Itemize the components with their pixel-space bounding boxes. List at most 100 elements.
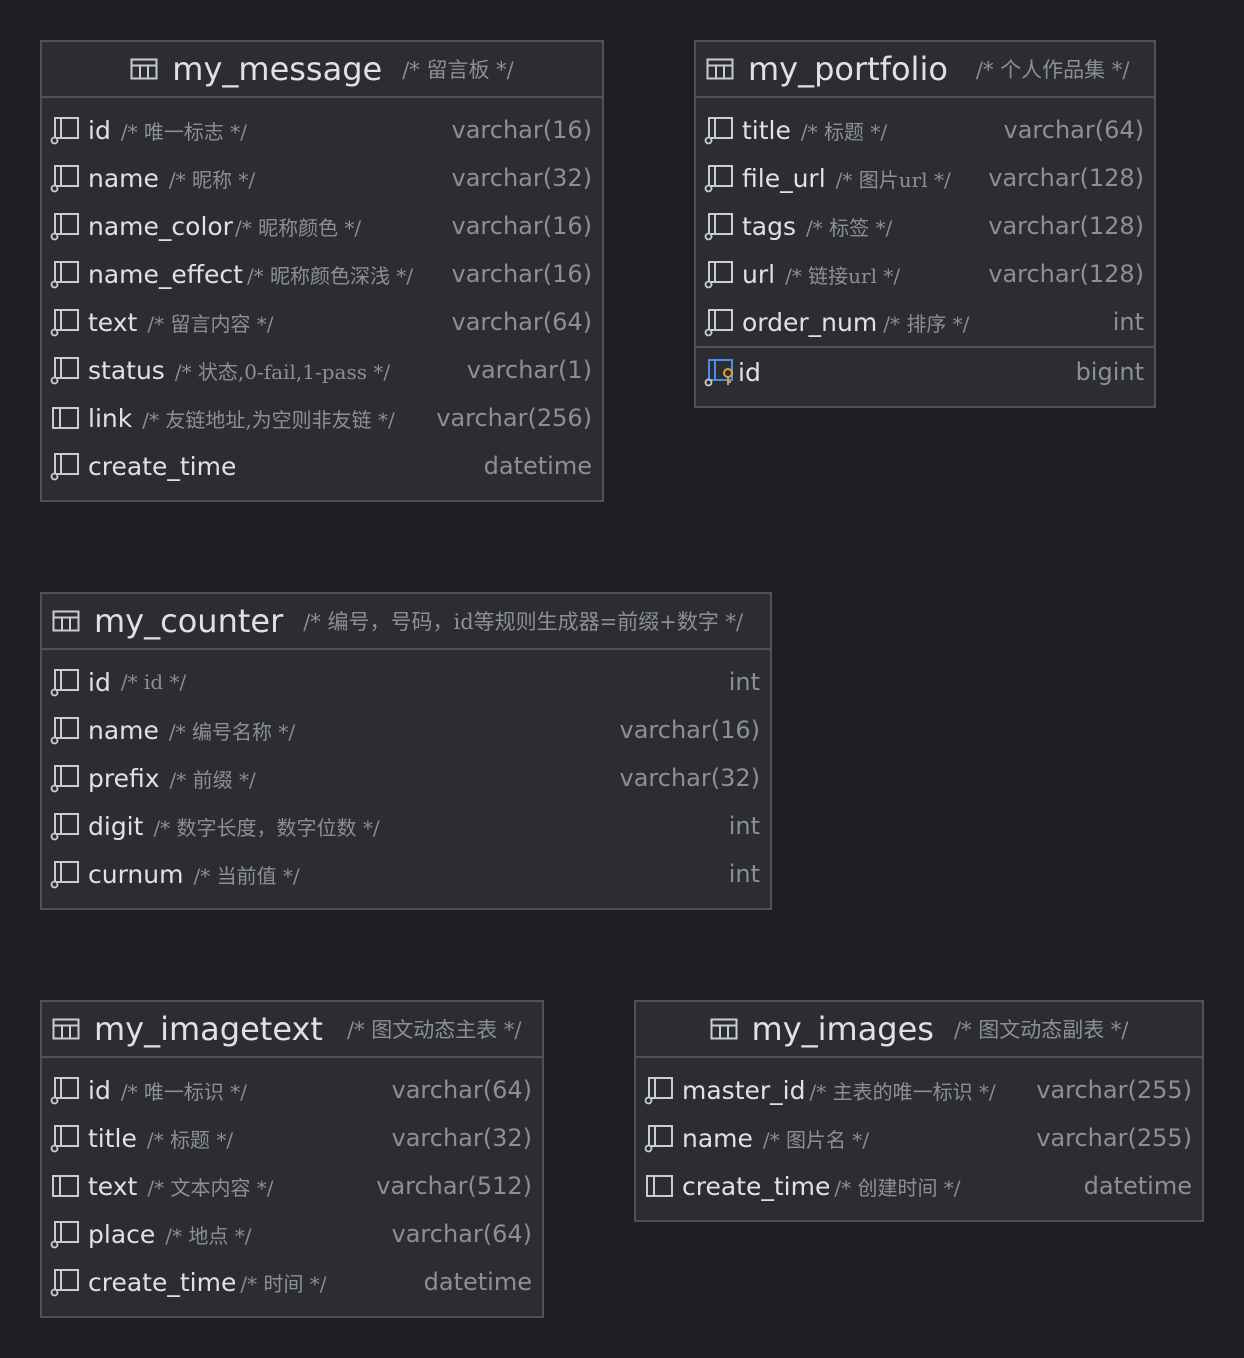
column-not-null-icon	[50, 811, 80, 841]
column-not-null-icon	[50, 1219, 80, 1249]
column-row[interactable]: url /* 链接url */ varchar(128)	[696, 250, 1154, 298]
table-name: my_message	[172, 50, 383, 88]
column-row[interactable]: text /* 文本内容 */ varchar(512)	[42, 1162, 542, 1210]
column-type: bigint	[1075, 358, 1144, 386]
column-name: id	[738, 357, 761, 387]
column-comment: /* 图片url */	[835, 167, 951, 192]
column-not-null-icon	[50, 163, 80, 193]
table-header[interactable]: my_message /* 留言板 */	[42, 42, 602, 98]
table-header[interactable]: my_portfolio /* 个人作品集 */	[696, 42, 1154, 98]
column-type: varchar(255)	[1036, 1076, 1192, 1104]
column-type: varchar(255)	[1036, 1124, 1192, 1152]
column-not-null-icon	[644, 1123, 674, 1153]
column-row[interactable]: place /* 地点 */ varchar(64)	[42, 1210, 542, 1258]
column-name: id	[88, 667, 111, 697]
column-not-null-icon	[50, 667, 80, 697]
primary-key-row[interactable]: id bigint	[696, 348, 1154, 396]
column-type: varchar(32)	[619, 764, 761, 792]
column-name: place	[88, 1219, 156, 1249]
column-name: name_color	[88, 211, 233, 241]
column-name: id	[88, 115, 111, 145]
column-type: varchar(32)	[451, 164, 593, 192]
table-header[interactable]: my_counter /* 编号，号码，id等规则生成器=前缀+数字 */	[42, 594, 770, 650]
column-row[interactable]: id /* id */ int	[42, 658, 770, 706]
column-name: status	[88, 355, 165, 385]
table-my-portfolio[interactable]: my_portfolio /* 个人作品集 */ title /* 标题 */ …	[694, 40, 1156, 408]
column-row[interactable]: name_color /* 昵称颜色 */ varchar(16)	[42, 202, 602, 250]
column-comment: /* 状态,0-fail,1-pass */	[174, 359, 391, 384]
table-my-images[interactable]: my_images /* 图文动态副表 */ master_id /* 主表的唯…	[634, 1000, 1204, 1222]
column-type: varchar(16)	[451, 212, 593, 240]
column-row[interactable]: id /* 唯一标志 */ varchar(16)	[42, 106, 602, 154]
column-not-null-icon	[50, 1075, 80, 1105]
column-comment: /* 标题 */	[800, 119, 888, 144]
column-row[interactable]: id /* 唯一标识 */ varchar(64)	[42, 1066, 542, 1114]
column-not-null-icon	[704, 163, 734, 193]
column-row[interactable]: master_id /* 主表的唯一标识 */ varchar(255)	[636, 1066, 1202, 1114]
column-row[interactable]: title /* 标题 */ varchar(64)	[696, 106, 1154, 154]
primary-key-column-icon	[704, 357, 734, 387]
table-my-imagetext[interactable]: my_imagetext /* 图文动态主表 */ id /* 唯一标识 */ …	[40, 1000, 544, 1318]
column-comment: /* 图片名 */	[762, 1127, 870, 1152]
column-row[interactable]: status /* 状态,0-fail,1-pass */ varchar(1)	[42, 346, 602, 394]
column-type: varchar(64)	[1003, 116, 1145, 144]
column-row[interactable]: text /* 留言内容 */ varchar(64)	[42, 298, 602, 346]
column-name: create_time	[88, 451, 237, 481]
column-type: datetime	[423, 1268, 532, 1296]
column-type: varchar(1)	[466, 356, 592, 384]
table-header[interactable]: my_imagetext /* 图文动态主表 */	[42, 1002, 542, 1058]
column-comment: /* 链接url */	[785, 263, 901, 288]
table-icon	[52, 610, 80, 632]
column-name: master_id	[682, 1075, 806, 1105]
column-row[interactable]: curnum /* 当前值 */ int	[42, 850, 770, 898]
column-type: varchar(64)	[391, 1076, 533, 1104]
column-not-null-icon	[644, 1075, 674, 1105]
table-name: my_counter	[94, 602, 284, 640]
column-row[interactable]: name_effect /* 昵称颜色深浅 */ varchar(16)	[42, 250, 602, 298]
column-row[interactable]: name /* 图片名 */ varchar(255)	[636, 1114, 1202, 1162]
table-icon	[710, 1018, 738, 1040]
column-row[interactable]: name /* 昵称 */ varchar(32)	[42, 154, 602, 202]
column-type: varchar(16)	[451, 116, 593, 144]
table-name: my_imagetext	[94, 1010, 323, 1048]
column-type: int	[728, 668, 760, 696]
column-row[interactable]: prefix /* 前缀 */ varchar(32)	[42, 754, 770, 802]
column-row[interactable]: digit /* 数字长度，数字位数 */ int	[42, 802, 770, 850]
column-row[interactable]: create_time /* 创建时间 */ datetime	[636, 1162, 1202, 1210]
column-type: varchar(128)	[988, 164, 1144, 192]
column-comment: /* 友链地址,为空则非友链 */	[142, 407, 395, 432]
column-type: datetime	[483, 452, 592, 480]
column-nullable-icon	[50, 403, 80, 433]
column-name: text	[88, 307, 138, 337]
column-row[interactable]: title /* 标题 */ varchar(32)	[42, 1114, 542, 1162]
column-row[interactable]: order_num /* 排序 */ int	[696, 298, 1154, 346]
column-row[interactable]: file_url /* 图片url */ varchar(128)	[696, 154, 1154, 202]
column-name: name	[682, 1123, 753, 1153]
column-not-null-icon	[704, 115, 734, 145]
column-comment: /* 留言内容 */	[147, 311, 274, 336]
column-type: datetime	[1083, 1172, 1192, 1200]
table-comment: /* 个人作品集 */	[975, 58, 1130, 82]
column-type: varchar(16)	[619, 716, 761, 744]
column-row[interactable]: name /* 编号名称 */ varchar(16)	[42, 706, 770, 754]
column-name: name_effect	[88, 259, 243, 289]
table-header[interactable]: my_images /* 图文动态副表 */	[636, 1002, 1202, 1058]
column-type: int	[728, 860, 760, 888]
column-comment: /* 地点 */	[165, 1223, 252, 1248]
column-row[interactable]: tags /* 标签 */ varchar(128)	[696, 202, 1154, 250]
column-comment: /* 数字长度，数字位数 */	[153, 815, 380, 840]
column-type: varchar(64)	[391, 1220, 533, 1248]
column-comment: /* 昵称颜色 */	[234, 215, 362, 240]
table-my-counter[interactable]: my_counter /* 编号，号码，id等规则生成器=前缀+数字 */ id…	[40, 592, 772, 910]
column-type: varchar(16)	[451, 260, 593, 288]
column-row[interactable]: create_time datetime	[42, 442, 602, 490]
column-row[interactable]: link /* 友链地址,为空则非友链 */ varchar(256)	[42, 394, 602, 442]
column-comment: /* 唯一标识 */	[120, 1079, 248, 1104]
column-row[interactable]: create_time /* 时间 */ datetime	[42, 1258, 542, 1306]
column-name: name	[88, 163, 159, 193]
column-type: int	[1112, 308, 1144, 336]
column-name: link	[88, 403, 133, 433]
column-comment: /* 前缀 */	[169, 767, 256, 792]
column-comment: /* 编号名称 */	[168, 719, 296, 744]
table-my-message[interactable]: my_message /* 留言板 */ id /* 唯一标志 */ varch…	[40, 40, 604, 502]
